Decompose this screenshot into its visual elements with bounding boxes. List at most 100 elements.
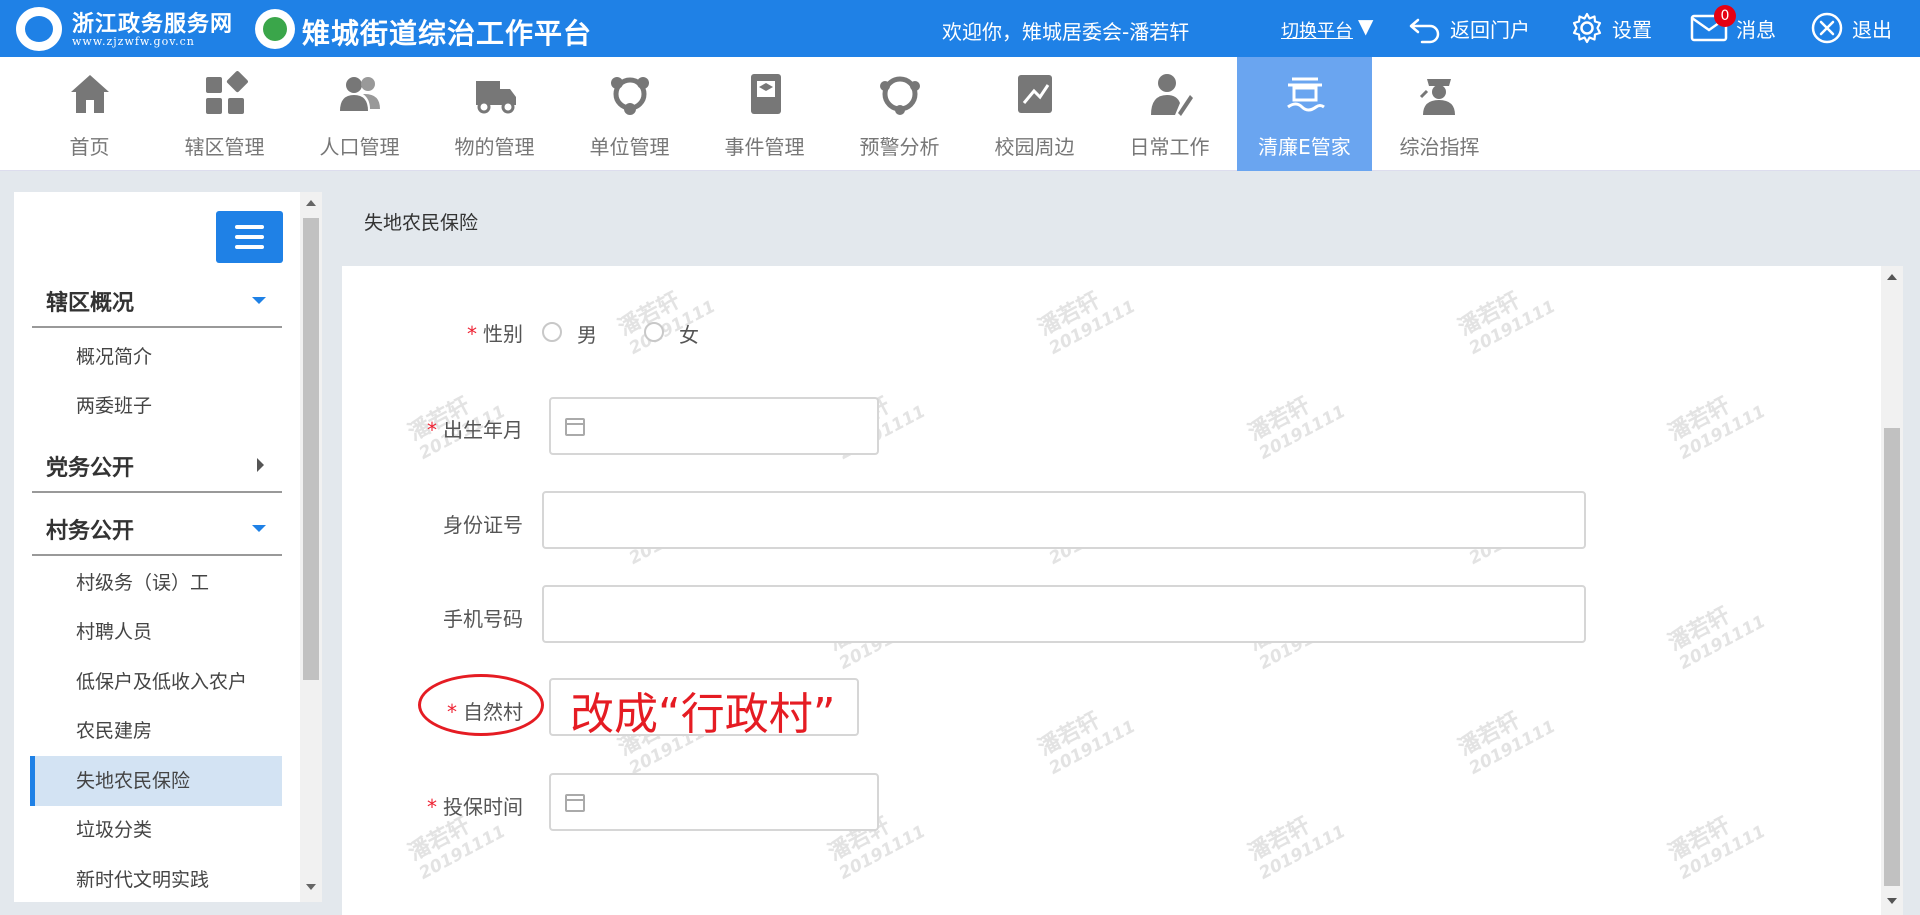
platform-logo-icon bbox=[255, 9, 295, 49]
scrollbar-thumb[interactable] bbox=[303, 218, 319, 680]
gender-female-radio[interactable] bbox=[644, 322, 664, 342]
sidebar-item-low-income[interactable]: 低保户及低收入农户 bbox=[30, 657, 282, 707]
nav-alerts[interactable]: 预警分析 bbox=[832, 57, 967, 171]
grid-icon bbox=[206, 71, 248, 114]
calendar-icon bbox=[565, 794, 585, 812]
sidebar-item-overview-intro[interactable]: 概况简介 bbox=[30, 332, 282, 382]
sidebar-group-party-affairs[interactable]: 党务公开 bbox=[32, 437, 282, 493]
birth-date-input[interactable] bbox=[549, 397, 879, 455]
messages-label: 消息 bbox=[1736, 17, 1776, 42]
nav-campus[interactable]: 校园周边 bbox=[967, 57, 1102, 171]
watermark: 潘若轩20191111 bbox=[1034, 288, 1139, 359]
sidebar-group-label: 辖区概况 bbox=[46, 291, 135, 316]
annotation-text: 改成“行政村” bbox=[570, 689, 836, 740]
watermark: 潘若轩20191111 bbox=[614, 288, 719, 359]
nav-daily-work[interactable]: 日常工作 bbox=[1102, 57, 1237, 171]
settings-button[interactable]: 设置 bbox=[1570, 8, 1652, 48]
gender-male-label: 男 bbox=[577, 323, 597, 347]
nav-jurisdiction[interactable]: 辖区管理 bbox=[157, 57, 292, 171]
scroll-up-icon[interactable] bbox=[1887, 274, 1897, 280]
notebook-icon bbox=[751, 74, 781, 114]
sidebar-item-civilization-practice[interactable]: 新时代文明实践 bbox=[30, 855, 282, 902]
nav-label: 物的管理 bbox=[454, 135, 535, 159]
sidebar-item-garbage-sorting[interactable]: 垃圾分类 bbox=[30, 805, 282, 855]
message-count-badge: 0 bbox=[1714, 5, 1736, 27]
home-icon bbox=[71, 75, 109, 113]
watermark: 潘若轩20191111 bbox=[1664, 393, 1769, 464]
caret-down-icon bbox=[252, 525, 266, 532]
insure-time-label: * 投保时间 bbox=[427, 795, 523, 819]
caret-right-icon bbox=[257, 458, 264, 472]
close-circle-icon bbox=[1811, 12, 1843, 44]
scroll-down-icon[interactable] bbox=[306, 884, 316, 890]
sidebar-item-land-insurance[interactable]: 失地农民保险 bbox=[30, 756, 282, 806]
nav-clean-manager[interactable]: 清廉E管家 bbox=[1237, 57, 1372, 171]
nav-command[interactable]: 综治指挥 bbox=[1372, 57, 1507, 171]
watermark: 潘若轩20191111 bbox=[1454, 708, 1559, 779]
hamburger-icon bbox=[235, 225, 264, 229]
sidebar-scrollbar[interactable] bbox=[300, 192, 322, 902]
sidebar-item-village-work[interactable]: 村级务（误）工 bbox=[30, 558, 282, 608]
logout-button[interactable]: 退出 bbox=[1810, 8, 1892, 48]
nav-population[interactable]: 人口管理 bbox=[292, 57, 427, 171]
site-name: 浙江政务服务网 bbox=[72, 12, 234, 37]
platform-title: 雉城街道综治工作平台 bbox=[302, 17, 593, 50]
sidebar-item-housing[interactable]: 农民建房 bbox=[30, 706, 282, 756]
phone-input[interactable] bbox=[542, 585, 1586, 643]
menu-toggle-button[interactable] bbox=[216, 211, 283, 263]
nav-home[interactable]: 首页 bbox=[22, 57, 157, 171]
main-nav: 首页 辖区管理 人口管理 物的管理 单位管理 事件管理 预警分析 校园周边 日常… bbox=[0, 57, 1920, 171]
top-bar: 浙江政务服务网 www.zjzwfw.gov.cn 雉城街道综治工作平台 欢迎你… bbox=[0, 0, 1920, 57]
switch-platform-arrow-icon[interactable]: ▼ bbox=[1358, 14, 1373, 38]
building-icon bbox=[1287, 77, 1325, 112]
switch-platform-link[interactable]: 切换平台 bbox=[1281, 17, 1353, 43]
caret-down-icon bbox=[252, 297, 266, 304]
sidebar-item-village-staff[interactable]: 村聘人员 bbox=[30, 607, 282, 657]
nav-objects[interactable]: 物的管理 bbox=[427, 57, 562, 171]
nav-units[interactable]: 单位管理 bbox=[562, 57, 697, 171]
watermark: 潘若轩20191111 bbox=[1244, 393, 1349, 464]
nav-label: 单位管理 bbox=[589, 135, 670, 159]
id-number-input[interactable] bbox=[542, 491, 1586, 549]
nav-label: 辖区管理 bbox=[184, 135, 265, 159]
gender-female-label: 女 bbox=[679, 323, 699, 347]
campus-icon bbox=[1018, 75, 1052, 113]
watermark: 潘若轩20191111 bbox=[1664, 813, 1769, 884]
scroll-up-icon[interactable] bbox=[306, 200, 316, 206]
nav-label: 清廉E管家 bbox=[1258, 135, 1351, 159]
nav-label: 首页 bbox=[69, 135, 110, 159]
alert-icon bbox=[880, 76, 920, 115]
sidebar-item-committee[interactable]: 两委班子 bbox=[30, 381, 282, 431]
return-portal-button[interactable]: 返回门户 bbox=[1408, 8, 1530, 48]
nav-label: 人口管理 bbox=[319, 135, 400, 159]
watermark: 潘若轩20191111 bbox=[1454, 288, 1559, 359]
sidebar-group-village-affairs[interactable]: 村务公开 bbox=[32, 500, 282, 556]
sidebar-group-overview[interactable]: 辖区概况 bbox=[32, 272, 282, 328]
police-icon bbox=[1419, 79, 1455, 115]
return-arrow-icon bbox=[1409, 18, 1440, 44]
nav-label: 综治指挥 bbox=[1399, 135, 1480, 159]
nav-events[interactable]: 事件管理 bbox=[697, 57, 832, 171]
nav-label: 校园周边 bbox=[994, 135, 1075, 159]
scroll-down-icon[interactable] bbox=[1887, 898, 1897, 904]
content-scrollbar[interactable] bbox=[1881, 266, 1903, 915]
worker-icon bbox=[1151, 74, 1193, 116]
calendar-icon bbox=[565, 418, 585, 436]
id-number-label: 身份证号 bbox=[443, 513, 523, 537]
watermark: 潘若轩20191111 bbox=[1664, 603, 1769, 674]
birth-date-label: * 出生年月 bbox=[427, 418, 523, 442]
page-title: 失地农民保险 bbox=[364, 212, 479, 234]
gender-label: * 性别 bbox=[467, 322, 523, 346]
return-portal-label: 返回门户 bbox=[1450, 17, 1530, 42]
scrollbar-thumb[interactable] bbox=[1884, 428, 1900, 886]
insure-time-input[interactable] bbox=[549, 773, 879, 831]
nav-label: 日常工作 bbox=[1129, 135, 1210, 159]
sidebar-group-label: 村务公开 bbox=[46, 519, 135, 544]
gender-male-radio[interactable] bbox=[542, 322, 562, 342]
watermark: 潘若轩20191111 bbox=[1034, 708, 1139, 779]
watermark: 潘若轩20191111 bbox=[1244, 813, 1349, 884]
zjzwfw-logo-icon bbox=[16, 7, 62, 51]
logout-label: 退出 bbox=[1852, 17, 1892, 42]
gear-icon bbox=[1572, 12, 1602, 44]
network-icon bbox=[611, 77, 649, 115]
